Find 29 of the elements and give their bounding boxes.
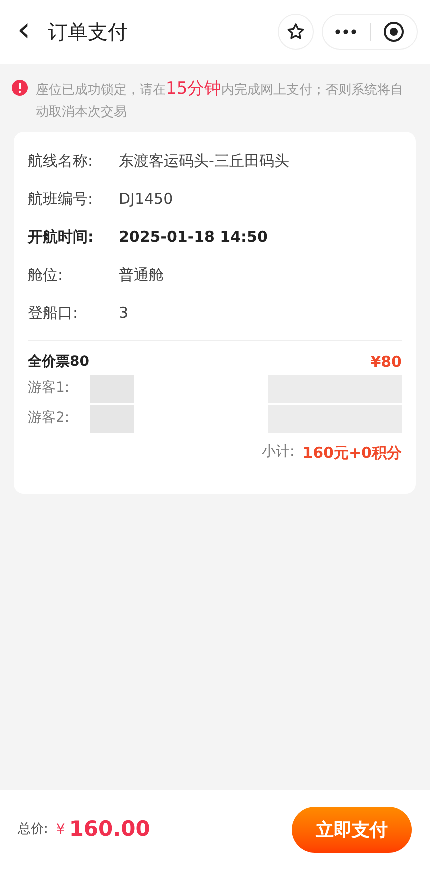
field-value: 2025-01-18 14:50	[119, 226, 268, 248]
field-label: 航线名称:	[28, 150, 94, 172]
field-value: 3	[119, 302, 129, 324]
field-label: 航班编号:	[28, 188, 94, 210]
ticket-price: ¥80	[370, 352, 402, 373]
total-label: 总价:	[18, 821, 48, 840]
target-icon	[382, 21, 405, 43]
field-label: 开航时间:	[28, 226, 95, 248]
passenger-label: 游客2:	[28, 409, 71, 428]
subtotal-value: 160元+0积分	[302, 442, 402, 464]
blurred-name	[90, 374, 134, 402]
blurred-name	[90, 404, 134, 432]
back-button[interactable]: ‹	[12, 13, 36, 51]
page-title: 订单支付	[48, 19, 128, 46]
favorite-button[interactable]	[278, 14, 314, 50]
currency-sign: ¥	[56, 820, 66, 840]
star-icon	[286, 22, 306, 42]
subtotal-label: 小计:	[262, 443, 295, 462]
ticket-name: 全价票80	[28, 352, 90, 372]
field-label: 登船口:	[28, 302, 80, 324]
total-price: 160.00	[69, 816, 150, 844]
more-icon	[335, 29, 358, 35]
field-value: 普通舱	[119, 264, 164, 286]
field-value: DJ1450	[119, 188, 174, 210]
field-value: 东渡客运码头-三丘田码头	[119, 150, 290, 172]
passenger-label: 游客1:	[28, 379, 71, 398]
notice-text: 座位已成功锁定，请在15分钟内完成网上支付；否则系统将自动取消本次交易	[36, 78, 405, 122]
field-label: 舱位:	[28, 264, 64, 286]
alert-icon	[12, 80, 28, 96]
